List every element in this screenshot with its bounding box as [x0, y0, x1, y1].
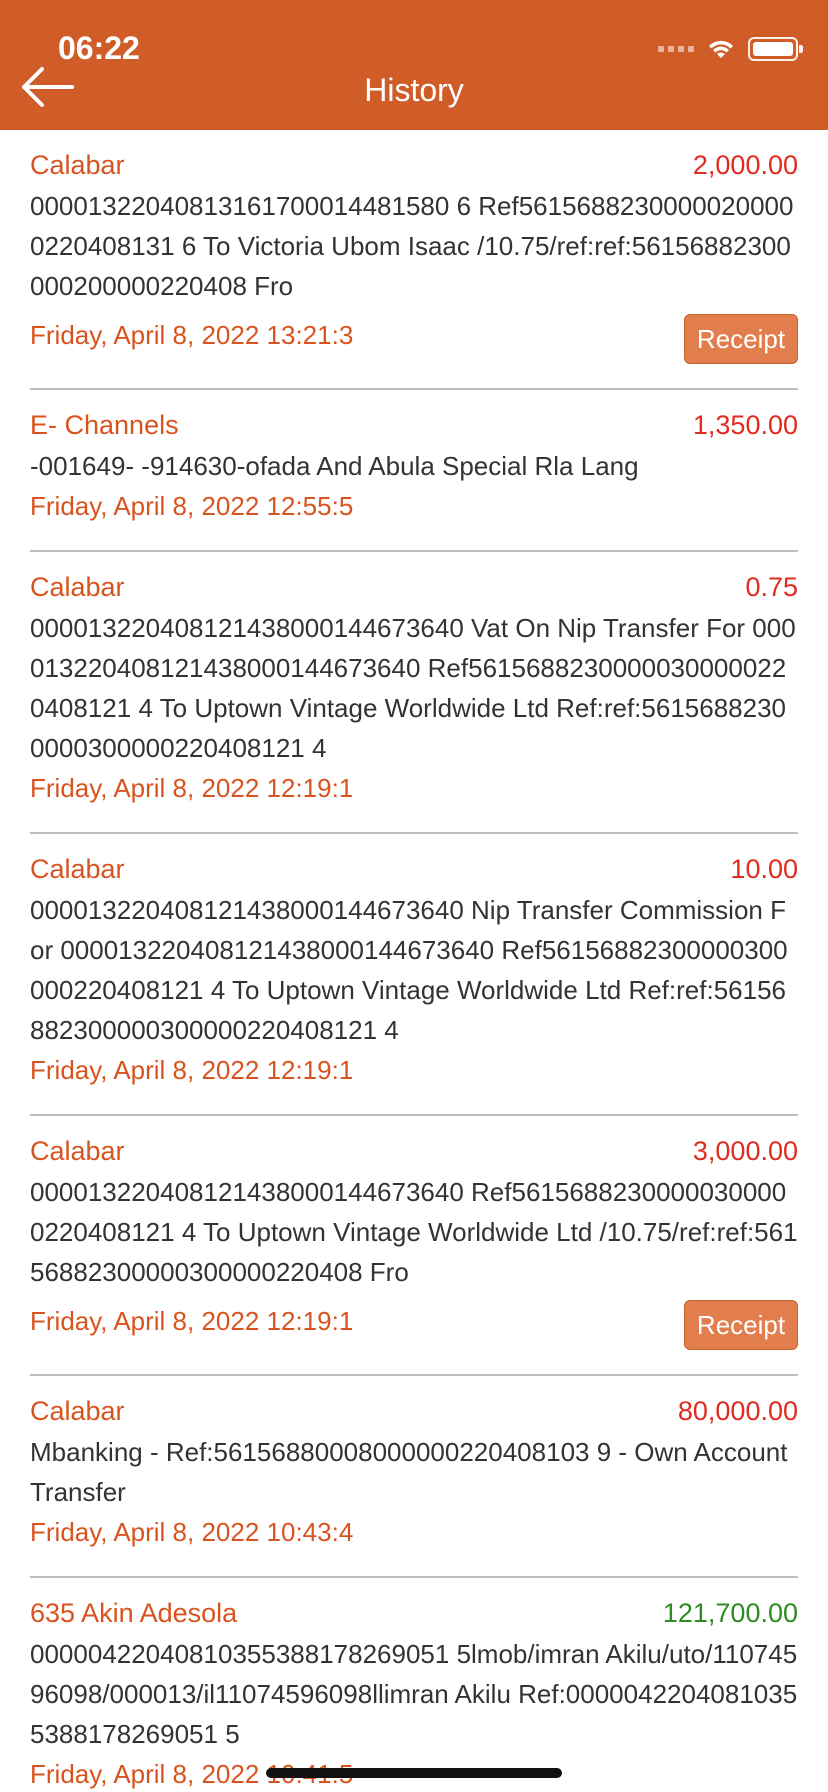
- transaction-date: Friday, April 8, 2022 12:19:1: [30, 773, 354, 803]
- transaction-amount: 80,000.00: [677, 1396, 798, 1426]
- transaction-header: Calabar 80,000.00: [30, 1396, 798, 1432]
- transaction-description: Mbanking - Ref:5615688000800000022040810…: [30, 1437, 788, 1507]
- battery-icon: [748, 37, 803, 61]
- transaction-footer: Friday, April 8, 2022 12:19:1 Receipt: [30, 1292, 798, 1350]
- transaction-date: Friday, April 8, 2022 12:19:1: [30, 1055, 354, 1085]
- status-icons: [658, 34, 803, 64]
- transaction-date: Friday, April 8, 2022 13:21:3: [30, 320, 354, 350]
- transaction-branch: 635 Akin Adesola: [30, 1598, 238, 1628]
- transaction-footer: Friday, April 8, 2022 12:55:5: [30, 486, 798, 526]
- transaction-item[interactable]: Calabar 3,000.00 0000132204081214380001446…: [30, 1116, 798, 1376]
- transaction-amount: 1,350.00: [692, 410, 798, 440]
- transaction-branch: Calabar: [30, 150, 125, 180]
- transaction-branch: Calabar: [30, 1396, 125, 1426]
- wifi-icon: [709, 40, 733, 58]
- page-title: History: [364, 72, 464, 108]
- transaction-amount: 3,000.00: [692, 1136, 798, 1166]
- transaction-amount: 10.00: [730, 854, 798, 884]
- app-header: 06:22 History: [0, 0, 828, 130]
- transaction-header: Calabar 2,000.00: [30, 150, 798, 186]
- transaction-description: -001649- -914630-ofada And Abula Special…: [30, 451, 639, 481]
- home-indicator: [266, 1768, 562, 1778]
- cellular-signal-icon: [658, 46, 694, 52]
- transaction-footer: Friday, April 8, 2022 13:21:3 Receipt: [30, 306, 798, 364]
- transaction-description: 000013220408121438000144673640 Nip Trans…: [30, 895, 788, 1045]
- transaction-date: Friday, April 8, 2022 12:19:1: [30, 1306, 354, 1336]
- transaction-description: 00000422040810355388178269051 5lmob/imra…: [30, 1639, 798, 1749]
- receipt-button[interactable]: Receipt: [684, 314, 798, 364]
- transaction-item[interactable]: Calabar 10.00 0000132204081214380001446736…: [30, 834, 798, 1116]
- transaction-amount: 121,700.00: [662, 1598, 798, 1628]
- transaction-header: Calabar 3,000.00: [30, 1136, 798, 1172]
- transaction-footer: Friday, April 8, 2022 12:19:1: [30, 768, 798, 808]
- transaction-amount: 2,000.00: [692, 150, 798, 180]
- transaction-date: Friday, April 8, 2022 10:43:4: [30, 1517, 354, 1547]
- transaction-description: 00001322040813161700014481580 6 Ref56156…: [30, 191, 794, 301]
- transaction-description: 000013220408121438000144673640 Vat On Ni…: [30, 613, 796, 763]
- transaction-item[interactable]: 635 Akin Adesola 121,700.00 00000422040810…: [30, 1578, 798, 1792]
- transaction-branch: Calabar: [30, 1136, 125, 1166]
- transaction-date: Friday, April 8, 2022 12:55:5: [30, 491, 354, 521]
- transaction-item[interactable]: Calabar 80,000.00 Mbanking - Ref:561568800…: [30, 1376, 798, 1578]
- transaction-header: 635 Akin Adesola 121,700.00: [30, 1598, 798, 1634]
- transaction-footer: Friday, April 8, 2022 10:43:4: [30, 1512, 798, 1552]
- transaction-footer: Friday, April 8, 2022 12:19:1: [30, 1050, 798, 1090]
- transaction-description: 000013220408121438000144673640 Ref561568…: [30, 1177, 798, 1287]
- transaction-header: E- Channels 1,350.00: [30, 410, 798, 446]
- transaction-amount: 0.75: [745, 572, 798, 602]
- transaction-item[interactable]: E- Channels 1,350.00 -001649- -914630-ofad…: [30, 390, 798, 552]
- transaction-item[interactable]: Calabar 2,000.00 0000132204081316170001448…: [30, 130, 798, 390]
- transaction-header: Calabar 0.75: [30, 572, 798, 608]
- transaction-branch: Calabar: [30, 854, 125, 884]
- transaction-header: Calabar 10.00: [30, 854, 798, 890]
- transaction-branch: Calabar: [30, 572, 125, 602]
- transaction-item[interactable]: Calabar 0.75 00001322040812143800014467364…: [30, 552, 798, 834]
- transaction-branch: E- Channels: [30, 410, 179, 440]
- receipt-button[interactable]: Receipt: [684, 1300, 798, 1350]
- transaction-list: Calabar 2,000.00 0000132204081316170001448…: [30, 130, 798, 1792]
